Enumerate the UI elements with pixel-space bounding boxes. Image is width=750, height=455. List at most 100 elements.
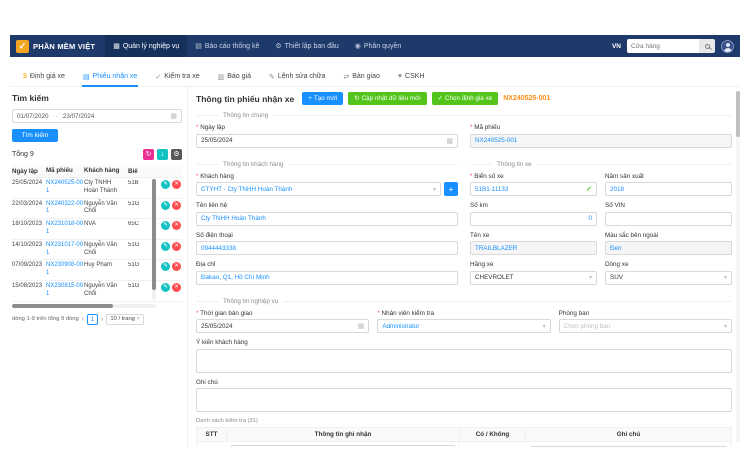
scrollbar-thumb[interactable] [152, 179, 156, 290]
cell-code-link[interactable]: NX231017-001 [46, 242, 84, 258]
cell-actions: ✎ ✕ [142, 262, 182, 271]
hang-xe-value: CHEVROLET [475, 274, 514, 281]
cell-plate: 51G [128, 283, 142, 289]
table-row[interactable]: 15/08/2023 NX230815-001 Nguyễn Văn Chổi … [12, 281, 182, 302]
edit-icon-button[interactable]: ✎ [161, 221, 170, 230]
export-icon-button[interactable]: ↓ [157, 149, 168, 160]
language-toggle[interactable]: VN [612, 43, 621, 50]
table-row[interactable]: 18/10/2023 NX231018-001 NVA 65C ✎ ✕ [12, 219, 182, 240]
create-button[interactable]: + Tạo mới [302, 92, 343, 105]
tab-dinh-gia-xe[interactable]: $ Định giá xe [14, 67, 74, 86]
header-bien-so[interactable]: Biể [128, 168, 142, 175]
search-icon[interactable] [699, 39, 715, 53]
page-size-select[interactable]: 10 / trang ▾ [106, 314, 143, 325]
delete-icon-button[interactable]: ✕ [172, 262, 181, 271]
edit-icon-button[interactable]: ✎ [161, 201, 170, 210]
chevron-down-icon: ▾ [724, 323, 727, 330]
section-general: Thông tin chung [196, 112, 732, 119]
choose-valuation-button[interactable]: ✓ Chọn định giá xe [432, 92, 499, 105]
cell-code-link[interactable]: NX230908-001 [46, 262, 84, 278]
app-window: ✓ PHẦN MỀM VIỆT ▦ Quản lý nghiệp vụ ▤ Bá… [10, 35, 740, 447]
cell-code-link[interactable]: NX230815-001 [46, 283, 84, 299]
bien-so-xe-value: 51B1-11133 [475, 186, 508, 193]
menu-item-label: Quản lý nghiệp vụ [123, 43, 179, 50]
edit-icon-button[interactable]: ✎ [161, 180, 170, 189]
cell-code-link[interactable]: NX240525-001 [46, 180, 84, 196]
section-customer: Thông tin khách hàng [196, 161, 458, 168]
header-khach-hang[interactable]: Khách hàng [84, 167, 128, 175]
header-ma-phieu[interactable]: Mã phiếu [46, 167, 84, 175]
y-kien-textarea[interactable] [196, 349, 732, 373]
edit-icon-button[interactable]: ✎ [161, 283, 170, 292]
edit-icon-button[interactable]: ✎ [161, 242, 170, 251]
prev-page-icon[interactable]: ‹ [82, 316, 84, 323]
table-vertical-scrollbar[interactable] [152, 179, 156, 300]
field-label: Phòng ban [559, 310, 732, 318]
menu-item-label: Phân quyền [364, 43, 401, 50]
hang-xe-select[interactable]: CHEVROLET ▾ [470, 271, 597, 285]
nhan-vien-kiem-tra-select[interactable]: Administrator ▾ [377, 319, 550, 333]
date-to[interactable]: 23/07/2024 [63, 113, 95, 120]
delete-icon-button[interactable]: ✕ [172, 283, 181, 292]
page-number[interactable]: 1 [87, 314, 98, 325]
bien-so-xe-input[interactable]: 51B1-11133 ✓ [470, 182, 597, 196]
menu-item-setup[interactable]: ⚙ Thiết lập ban đầu [267, 35, 346, 57]
date-from[interactable]: 01/07/2020 [17, 113, 49, 120]
phong-ban-select[interactable]: Chọn phòng ban ▾ [559, 319, 732, 333]
field-label: Biển số xe [470, 173, 597, 181]
tab-kiem-tra-xe[interactable]: ✓ Kiểm tra xe [146, 67, 208, 86]
update-button[interactable]: ↻ Cập nhật dữ liệu mới [348, 92, 426, 105]
store-search-input[interactable] [627, 39, 699, 53]
nam-san-xuat-input[interactable]: 2018 [605, 182, 732, 196]
dia-chi-input[interactable]: Đakao, Q1, Hồ Chí Minh [196, 271, 458, 285]
field-label: Số điện thoại [196, 232, 458, 240]
tab-cskh[interactable]: ♥ CSKH [389, 67, 434, 86]
dong-xe-select[interactable]: SUV ▾ [605, 271, 732, 285]
so-dien-thoai-input[interactable]: 0944443338 [196, 241, 458, 255]
delete-icon-button[interactable]: ✕ [172, 201, 181, 210]
table-row[interactable]: 22/03/2024 NX240322-001 Nguyễn Văn Chổi … [12, 199, 182, 220]
field-label: Số km [470, 202, 597, 210]
search-button[interactable]: Tìm kiếm [12, 129, 58, 142]
scrollbar-thumb[interactable] [736, 91, 740, 137]
ngay-lap-datepicker[interactable]: 25/05/2024 ▦ [196, 134, 458, 148]
checklist-item-select[interactable]: Đèn pha trước, bên trái ▾ [231, 445, 455, 447]
table-row[interactable]: 07/09/2023 NX230908-001 Huy Phạm 51G ✎ ✕ [12, 260, 182, 281]
edit-icon-button[interactable]: ✎ [161, 262, 170, 271]
brand[interactable]: ✓ PHẦN MỀM VIỆT [16, 40, 95, 53]
khach-hang-select[interactable]: CTYHT - Cty TNHH Hoàn Thành ▾ [196, 182, 441, 196]
thoi-gian-ban-giao-datepicker[interactable]: 25/05/2024 ▦ [196, 319, 369, 333]
next-page-icon[interactable]: › [101, 316, 103, 323]
table-row[interactable]: 14/10/2023 NX231017-001 Nguyễn Văn Chổi … [12, 240, 182, 261]
delete-icon-button[interactable]: ✕ [172, 180, 181, 189]
so-km-input[interactable]: 0 [470, 212, 597, 226]
note-input[interactable]: Mô [530, 446, 727, 447]
menu-item-permissions[interactable]: ◉ Phân quyền [347, 35, 409, 57]
cell-code-link[interactable]: NX240322-001 [46, 201, 84, 217]
so-vin-input[interactable] [605, 212, 732, 226]
header-ngay-lap[interactable]: Ngày lập [12, 168, 46, 175]
tab-ban-giao[interactable]: ⇄ Bàn giao [334, 67, 389, 86]
tab-phieu-nhan-xe[interactable]: ▤ Phiếu nhận xe [74, 67, 146, 86]
tab-bao-gia[interactable]: ▥ Báo giá [209, 67, 260, 86]
ghi-chu-textarea[interactable] [196, 388, 732, 412]
ten-lien-he-input[interactable]: Cty TNHH Hoàn Thành [196, 212, 458, 226]
date-range-picker[interactable]: 01/07/2020 → 23/07/2024 ▦ [12, 109, 182, 123]
reset-filter-icon-button[interactable]: ↻ [143, 149, 154, 160]
tab-lenh-sua-chua[interactable]: ✎ Lệnh sửa chữa [260, 67, 334, 86]
cell-actions: ✎ ✕ [142, 221, 182, 230]
table-row[interactable]: 25/05/2024 NX240525-001 Cty TNHH Hoàn Th… [12, 178, 182, 199]
cell-code-link[interactable]: NX231018-001 [46, 221, 84, 237]
add-customer-button[interactable]: + [444, 182, 458, 196]
delete-icon-button[interactable]: ✕ [172, 221, 181, 230]
checklist-table: STT Thông tin ghi nhận Có / Không Ghi ch… [196, 427, 732, 447]
menu-item-reports[interactable]: ▤ Báo cáo thống kê [187, 35, 267, 57]
customer-care-icon: ♥ [398, 73, 402, 80]
mau-sac-input: Đen [605, 241, 732, 255]
navbar-right: VN [612, 39, 734, 53]
user-avatar[interactable] [721, 40, 734, 53]
form-vertical-scrollbar[interactable] [736, 91, 740, 443]
menu-item-business[interactable]: ▦ Quản lý nghiệp vụ [105, 35, 187, 57]
delete-icon-button[interactable]: ✕ [172, 242, 181, 251]
column-settings-icon-button[interactable]: ⚙ [171, 149, 182, 160]
